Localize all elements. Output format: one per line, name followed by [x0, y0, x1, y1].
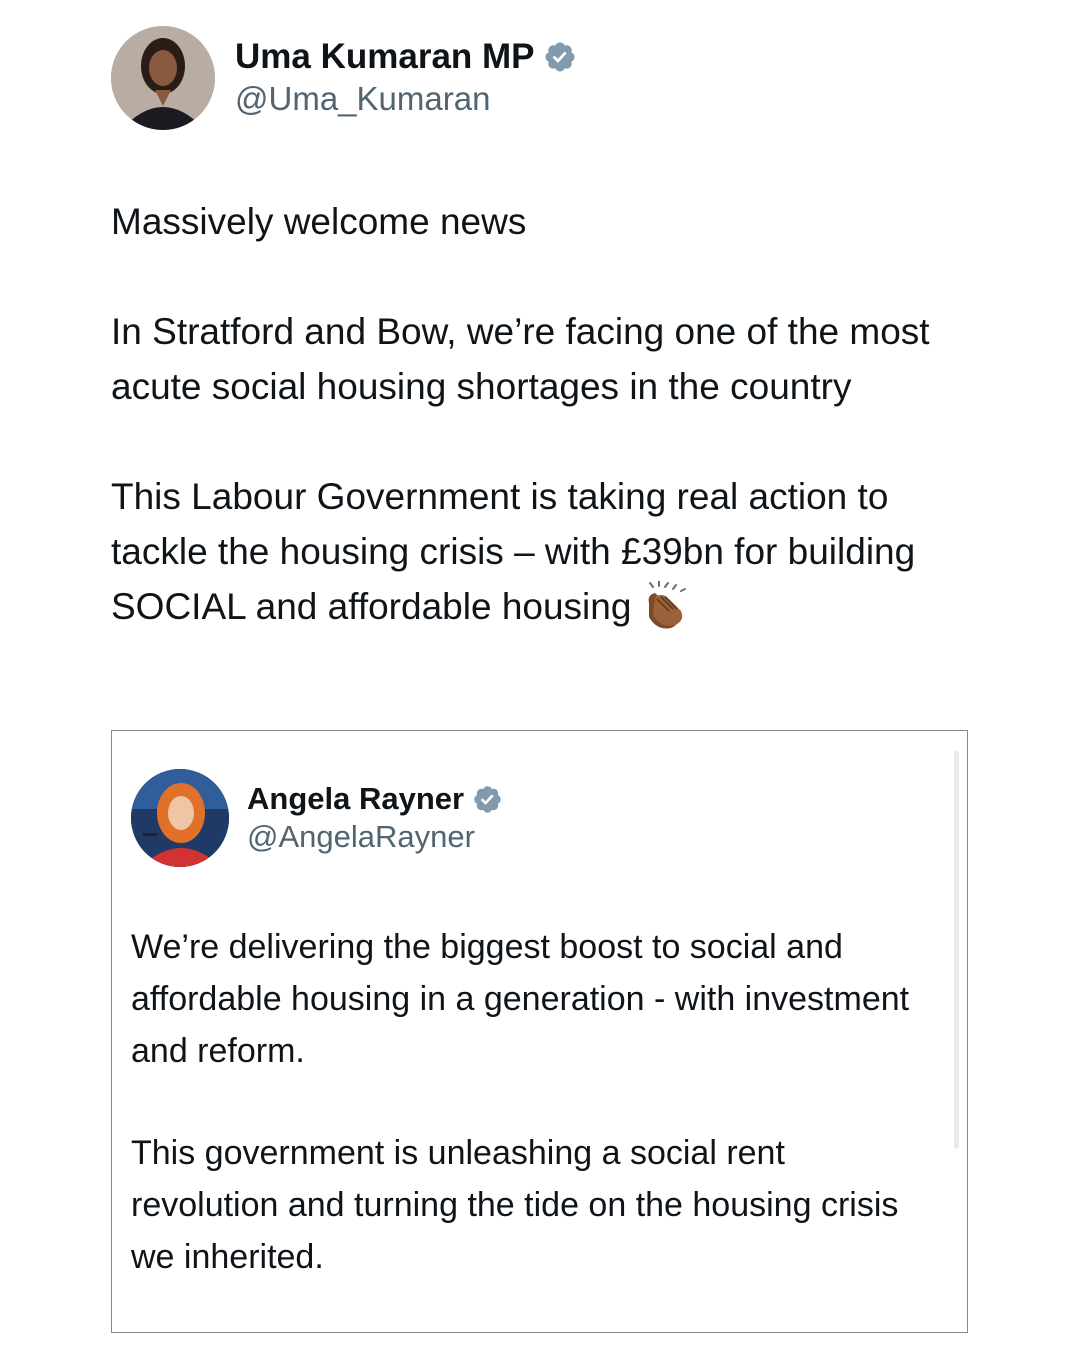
quoted-tweet-body: We’re delivering the biggest boost to so…: [131, 921, 941, 1283]
quoted-paragraph-2: This government is unleashing a social r…: [131, 1134, 899, 1276]
quoted-paragraph-1: We’re delivering the biggest boost to so…: [131, 928, 910, 1070]
quoted-author-handle[interactable]: @AngelaRayner: [247, 818, 503, 856]
tweet-paragraph-1: Massively welcome news: [111, 201, 527, 242]
tweet-paragraph-3: This Labour Government is taking real ac…: [111, 469, 971, 634]
verified-badge-icon: [545, 42, 575, 72]
quoted-author-avatar[interactable]: [131, 769, 229, 867]
quoted-author-name[interactable]: Angela Rayner: [247, 780, 464, 818]
author-handle[interactable]: @Uma_Kumaran: [235, 79, 577, 119]
tweet-body: Massively welcome news In Stratford and …: [111, 194, 971, 634]
tweet-header: Uma Kumaran MP @Uma_Kumaran: [111, 26, 971, 130]
quoted-tweet-header: Angela Rayner @AngelaRayner: [131, 769, 503, 867]
avatar-image: [111, 26, 215, 130]
quoted-avatar-image: [131, 769, 229, 867]
author-info: Uma Kumaran MP @Uma_Kumaran: [235, 37, 577, 119]
tweet-paragraph-2: In Stratford and Bow, we’re facing one o…: [111, 311, 940, 407]
main-tweet: Uma Kumaran MP @Uma_Kumaran Massively we…: [111, 26, 971, 634]
quoted-author-info: Angela Rayner @AngelaRayner: [247, 780, 503, 856]
author-name[interactable]: Uma Kumaran MP: [235, 37, 535, 77]
author-avatar[interactable]: [111, 26, 215, 130]
clapping-hands-icon: [649, 581, 687, 629]
verified-badge-icon: [474, 785, 501, 813]
quoted-author-name-row: Angela Rayner: [247, 780, 503, 818]
scrollbar[interactable]: [954, 751, 959, 1149]
author-name-row: Uma Kumaran MP: [235, 37, 577, 77]
tweet-paragraph-3-text: This Labour Government is taking real ac…: [111, 476, 926, 627]
quoted-tweet[interactable]: Angela Rayner @AngelaRayner We’re delive…: [111, 730, 968, 1333]
